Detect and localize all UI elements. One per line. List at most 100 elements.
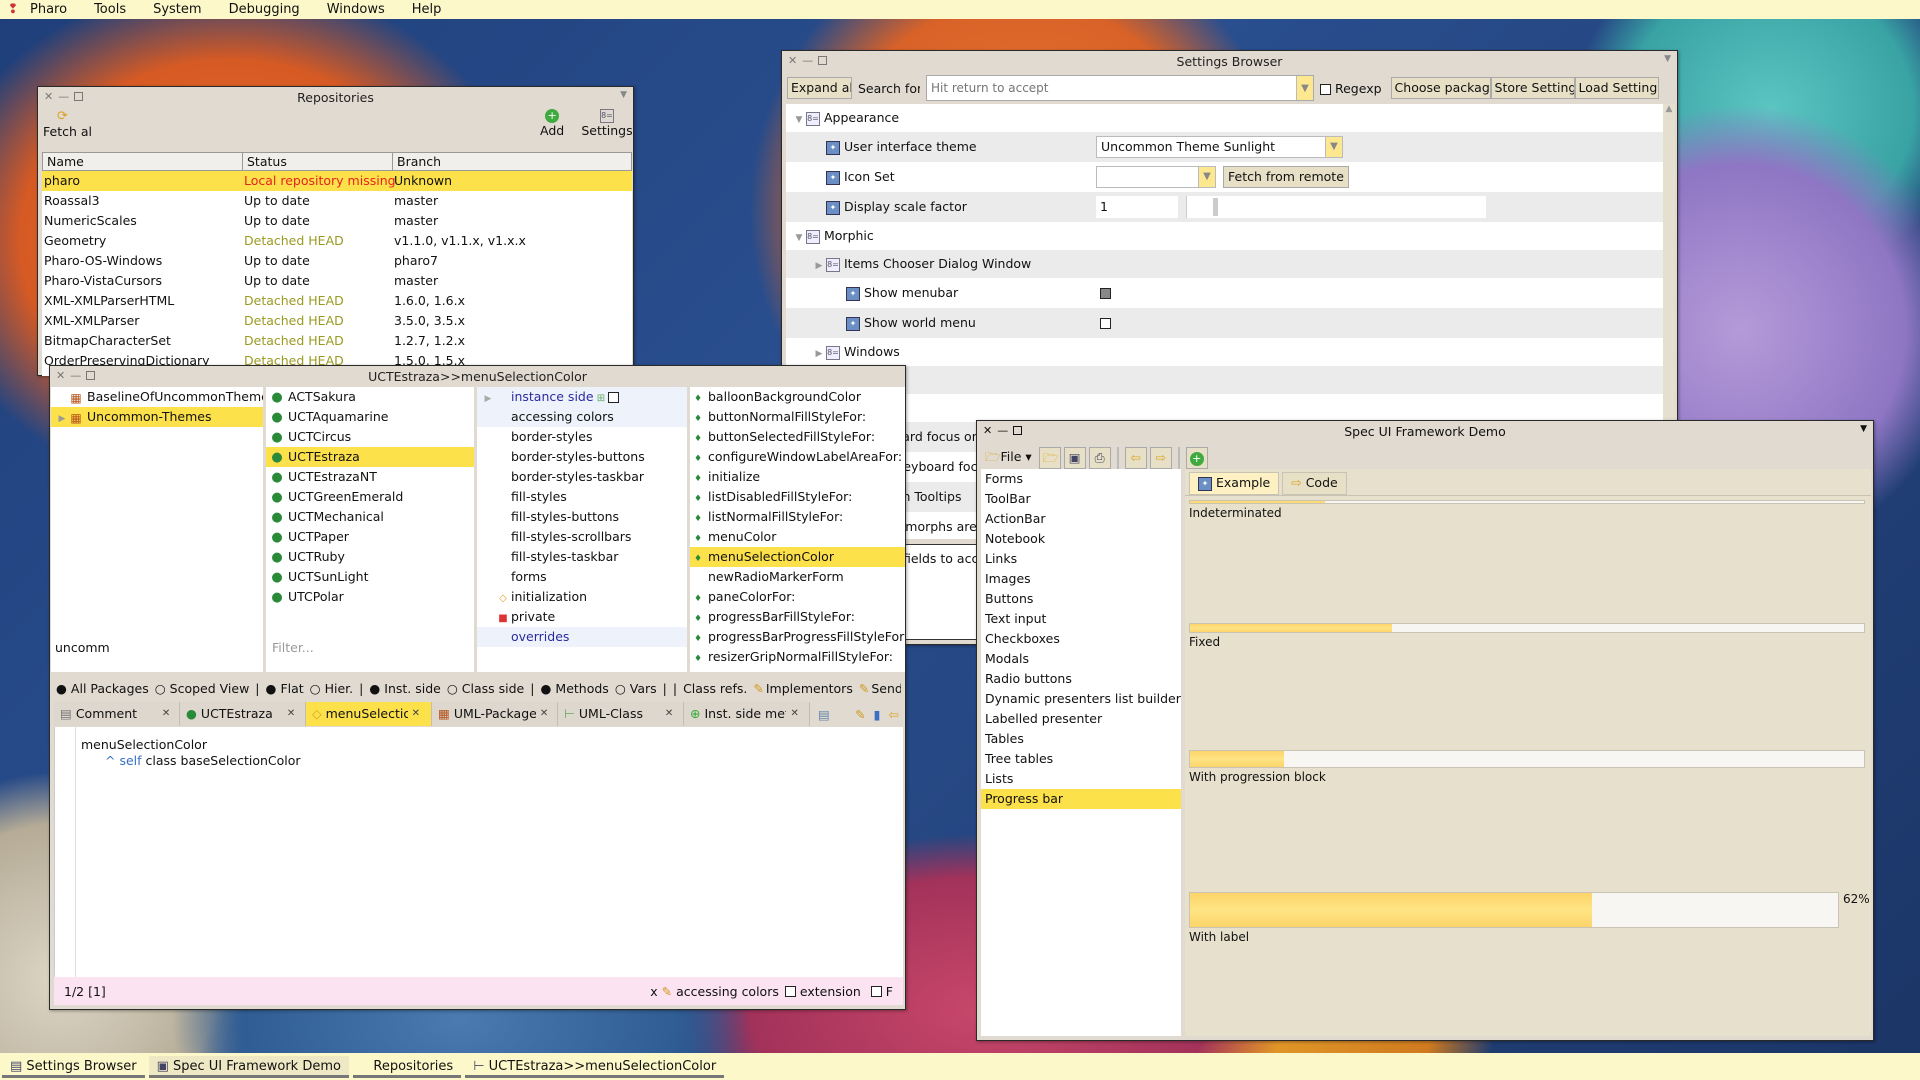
fetch-all-button[interactable]: ⟳ Fetch al [43, 109, 103, 139]
add-repository-button[interactable]: + Add [540, 109, 564, 138]
load-setting-button[interactable]: Load Setting [1574, 77, 1659, 99]
pharo-logo-icon[interactable]: ❢ [6, 2, 20, 18]
class-item[interactable]: ● ACTSakura [266, 387, 474, 407]
scope-option[interactable]: ● Flat [266, 681, 304, 696]
close-tab-icon[interactable]: ✕ [790, 702, 798, 726]
editor-tab[interactable]: ◇menuSelectionColor ✕ [306, 702, 432, 726]
protocol-item[interactable]: ◇ initialization [477, 587, 687, 607]
repository-row[interactable]: Roassal3 Up to date master [42, 191, 632, 211]
radio-icon[interactable]: ○ [155, 681, 166, 696]
example-item[interactable]: Lists [981, 769, 1181, 789]
collapsed-triangle-icon[interactable]: ▶ [812, 252, 826, 280]
edit-protocol-icon[interactable]: ✎ [662, 984, 672, 999]
settings-tree-node[interactable]: ✦ Display scale factor 1 [786, 192, 1663, 222]
clear-protocol-button[interactable]: x [650, 984, 657, 999]
menu-windows[interactable]: Windows [317, 2, 402, 17]
scope-option[interactable]: ● Methods [540, 681, 608, 696]
tab-code[interactable]: ⇨ Code [1282, 472, 1347, 495]
method-protocol-label[interactable]: accessing colors [676, 984, 779, 999]
method-item[interactable]: ♦ buttonSelectedFillStyleFor: [690, 427, 905, 447]
example-item[interactable]: Checkboxes [981, 629, 1181, 649]
scope-option[interactable]: ○ Hier. [310, 681, 353, 696]
example-item[interactable]: Labelled presenter [981, 709, 1181, 729]
method-item[interactable]: ♦ configureWindowLabelAreaFor: [690, 447, 905, 467]
repository-row[interactable]: Pharo-VistaCursors Up to date master [42, 271, 632, 291]
method-item[interactable]: ♦ menuSelectionColor [690, 547, 905, 567]
class-item[interactable]: ● UCTRuby [266, 547, 474, 567]
protocol-item[interactable]: ■ private [477, 607, 687, 627]
radio-icon[interactable]: ○ [615, 681, 626, 696]
scale-factor-input[interactable]: 1 [1096, 196, 1178, 218]
example-item[interactable]: ToolBar [981, 489, 1181, 509]
class-item[interactable]: ● UCTPaper [266, 527, 474, 547]
editor-tab[interactable]: ▤ Comment ✕ [54, 702, 180, 726]
class-item[interactable]: ● UTCPolar [266, 587, 474, 607]
file-menu-button[interactable]: 🗁File ▾ [981, 448, 1036, 469]
regexp-checkbox[interactable]: Regexp [1320, 81, 1382, 96]
protocol-item[interactable]: accessing colors [477, 407, 687, 427]
radio-selected-icon[interactable]: ● [369, 681, 380, 696]
collapsed-triangle-icon[interactable]: ▶ [812, 340, 826, 368]
repository-row[interactable]: XML-XMLParser Detached HEAD 3.5.0, 3.5.x [42, 311, 632, 331]
column-header-branch[interactable]: Branch [393, 153, 631, 170]
class-item[interactable]: ● UCTMechanical [266, 507, 474, 527]
menu-system[interactable]: System [143, 2, 218, 17]
repository-row[interactable]: pharo Local repository missing Unknown [42, 171, 632, 191]
print-button[interactable]: ⎙ [1088, 447, 1111, 469]
repository-row[interactable]: BitmapCharacterSet Detached HEAD 1.2.7, 1.… [42, 331, 632, 351]
menu-help[interactable]: Help [402, 2, 459, 17]
example-item[interactable]: Forms [981, 469, 1181, 489]
repository-row[interactable]: Pharo-OS-Windows Up to date pharo7 [42, 251, 632, 271]
protocol-item[interactable]: border-styles-taskbar [477, 467, 687, 487]
code-editor[interactable]: menuSelectionColor ^ self class baseSele… [54, 727, 903, 977]
maximize-icon[interactable] [818, 56, 828, 65]
settings-tree-node[interactable]: ▶8=Menus [786, 366, 1663, 394]
taskbar-button[interactable]: Repositories [352, 1056, 462, 1078]
back-arrow-icon[interactable]: ⇦ [889, 707, 899, 722]
slider-handle[interactable] [1213, 198, 1218, 216]
theme-dropdown[interactable]: Uncommon Theme Sunlight ▼ [1096, 136, 1343, 158]
taskbar-button[interactable]: ⊢ UCTEstraza>>menuSelectionColor [465, 1056, 725, 1078]
add-button[interactable]: + [1185, 447, 1208, 469]
protocol-item[interactable]: fill-styles-taskbar [477, 547, 687, 567]
settings-tree-node[interactable]: ✦ Show menubar [786, 278, 1663, 308]
chevron-down-icon[interactable]: ▼ [1325, 137, 1342, 157]
settings-tree-node[interactable]: ✦ User interface theme Uncommon Theme Sunl… [786, 132, 1663, 162]
example-item[interactable]: Buttons [981, 589, 1181, 609]
choose-package-button[interactable]: Choose package [1390, 77, 1491, 99]
example-item[interactable]: ActionBar [981, 509, 1181, 529]
window-menu-icon[interactable]: ▼ [620, 90, 627, 100]
class-item[interactable]: ● UCTCircus [266, 427, 474, 447]
window-titlebar[interactable]: ✕ — Spec UI Framework Demo ▼ [977, 421, 1873, 441]
radio-icon[interactable]: ○ [310, 681, 321, 696]
extension-checkbox[interactable] [784, 985, 796, 997]
close-icon[interactable]: ✕ [44, 90, 53, 103]
minimize-icon[interactable]: — [997, 424, 1008, 437]
minimize-icon[interactable]: — [70, 369, 81, 382]
editor-tab[interactable]: ● UCTEstraza ✕ [180, 702, 306, 726]
window-titlebar[interactable]: ✕ — Settings Browser ▼ [782, 51, 1677, 71]
expanded-triangle-icon[interactable]: ▼ [792, 224, 806, 252]
scope-option[interactable]: ● All Packages [56, 681, 149, 696]
close-tab-icon[interactable]: ✕ [287, 702, 295, 726]
example-item[interactable]: Tables [981, 729, 1181, 749]
class-item[interactable]: ● UCTSunLight [266, 567, 474, 587]
scope-option[interactable]: ○ Class side [447, 681, 524, 696]
document-icon[interactable]: ▤ [818, 707, 830, 722]
method-item[interactable]: ♦ balloonBackgroundColor [690, 387, 905, 407]
chevron-down-icon[interactable]: ▼ [1198, 167, 1215, 187]
column-header-status[interactable]: Status [243, 153, 393, 170]
scope-option[interactable]: ○ Scoped View [155, 681, 250, 696]
method-item[interactable]: ♦ buttonNormalFillStyleFor: [690, 407, 905, 427]
example-item[interactable]: Text input [981, 609, 1181, 629]
settings-tree-node[interactable]: ▶ 8= Windows [786, 338, 1663, 366]
repository-row[interactable]: Geometry Detached HEAD v1.1.0, v1.1.x, v1.… [42, 231, 632, 251]
radio-selected-icon[interactable]: ● [540, 681, 551, 696]
checked-checkbox[interactable] [1100, 288, 1111, 299]
window-menu-icon[interactable]: ▼ [1664, 54, 1671, 64]
example-item[interactable]: Tree tables [981, 749, 1181, 769]
instance-side-checkbox[interactable] [608, 392, 620, 403]
close-tab-icon[interactable]: ✕ [540, 702, 548, 726]
repository-settings-button[interactable]: 8= Settings [581, 109, 633, 138]
class-filter[interactable]: Filter... [266, 638, 474, 658]
